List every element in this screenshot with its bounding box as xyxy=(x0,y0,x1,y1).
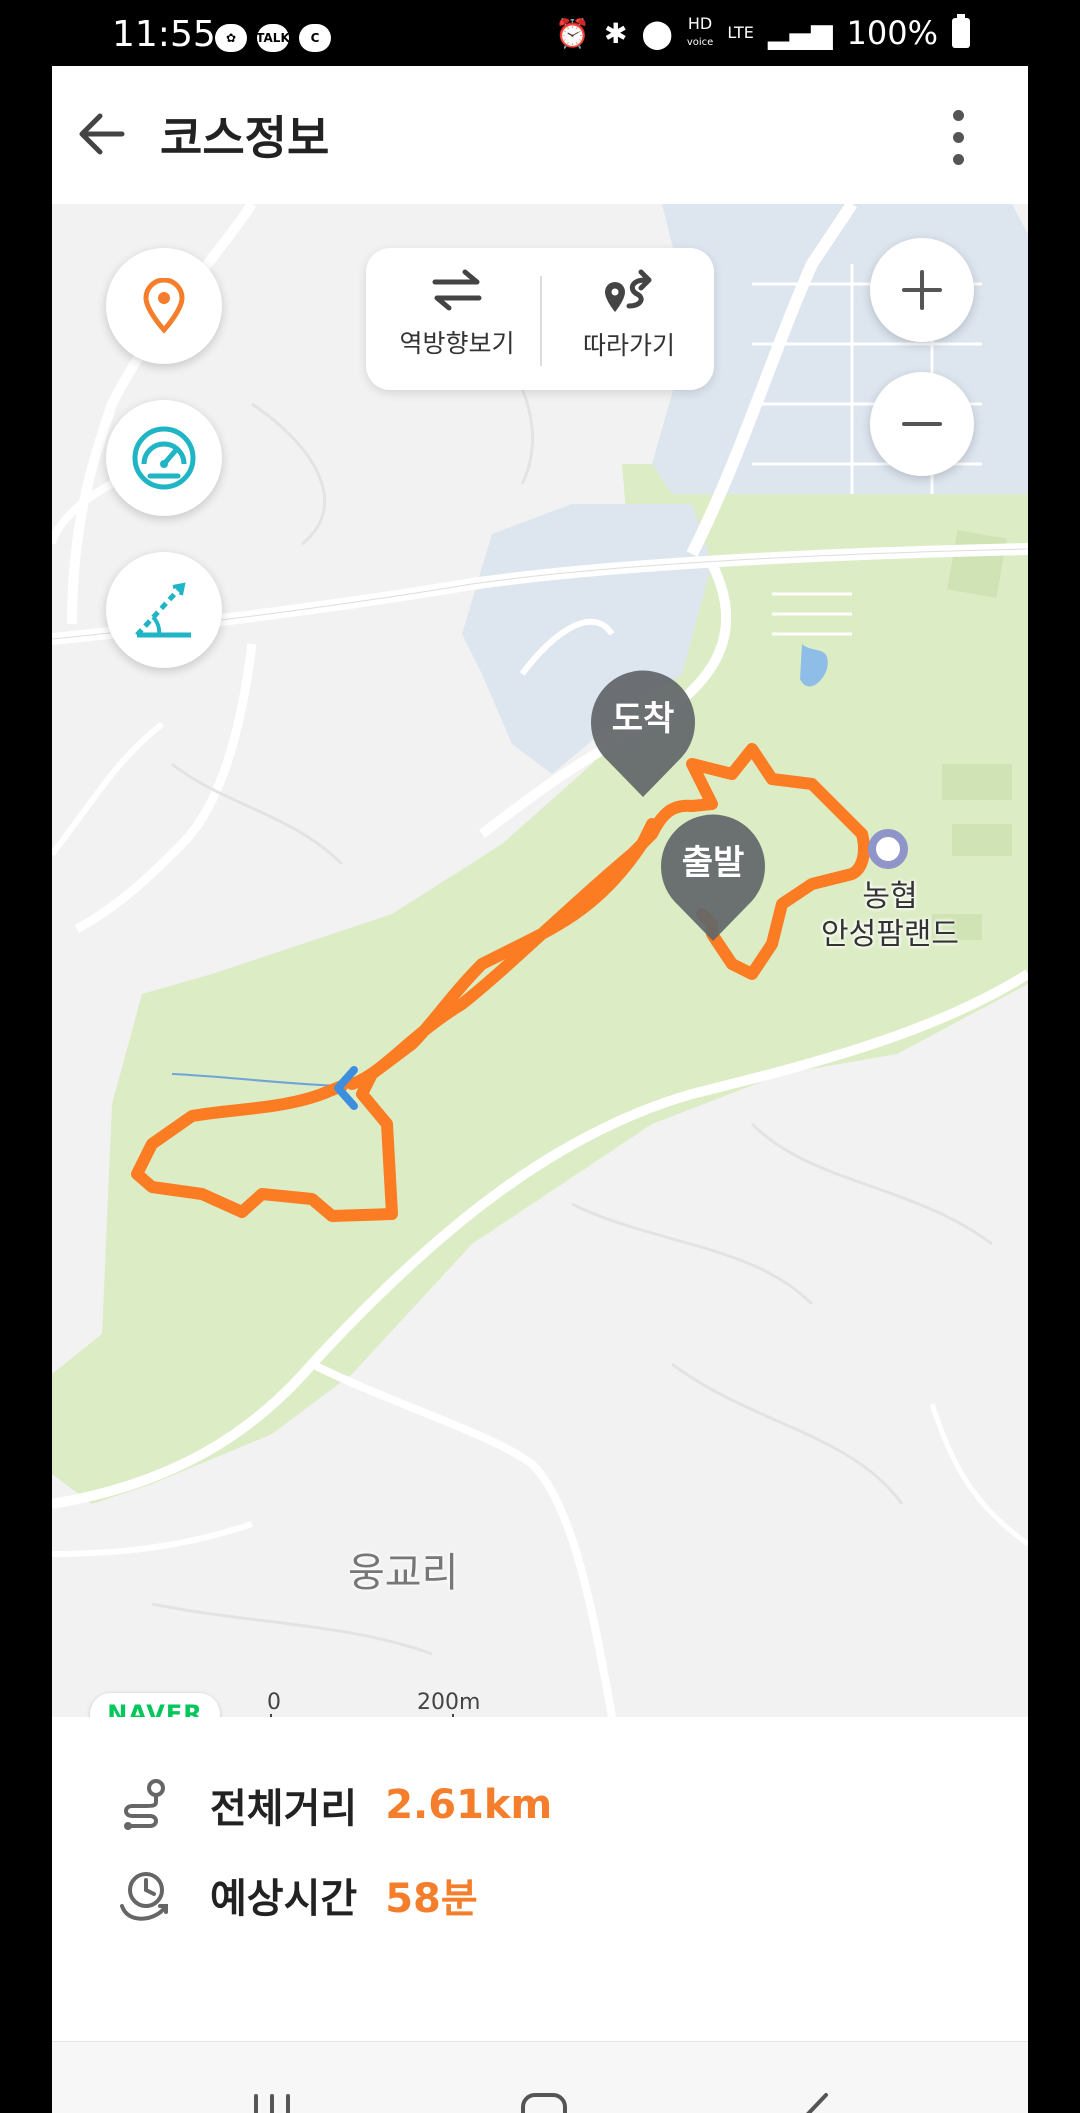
current-location-button[interactable] xyxy=(106,248,222,364)
top-app-bar: 코스정보 xyxy=(52,66,1028,204)
reverse-direction-label: 역방향보기 xyxy=(399,329,515,358)
chevron-left-icon xyxy=(806,2093,828,2113)
swap-arrows-icon xyxy=(432,269,482,311)
distance-value: 2.61km xyxy=(385,1782,553,1828)
route-distance-icon xyxy=(124,1779,165,1830)
course-info-panel: 전체거리 2.61km 예상시간 58분 xyxy=(52,1717,1028,2037)
reverse-direction-button[interactable]: 역방향보기 xyxy=(372,266,542,360)
alarm-icon: ⏰ xyxy=(555,16,591,50)
departure-marker[interactable]: 출발 xyxy=(656,809,770,945)
speedometer-button[interactable] xyxy=(106,400,222,516)
clock-time-icon xyxy=(120,1872,168,1921)
more-vertical-icon xyxy=(952,110,964,121)
status-bar: 11:55 ✿ TALK C ⏰ ✱ ⬤ HD voice LTE ▂▄▆ 100… xyxy=(0,0,1080,66)
talk-icon: TALK xyxy=(256,24,290,52)
arrow-left-icon xyxy=(79,113,125,155)
arrival-marker-label: 도착 xyxy=(611,699,675,739)
more-options-button[interactable] xyxy=(948,110,968,166)
slope-button[interactable] xyxy=(106,552,222,668)
speedometer-icon xyxy=(132,426,196,490)
scale-start-label: 0 xyxy=(267,1690,281,1715)
time-label: 예상시간 xyxy=(210,1876,358,1922)
recent-apps-button[interactable] xyxy=(242,2086,302,2113)
town-label: 웅교리 xyxy=(348,1550,459,1596)
map-view[interactable]: 역방향보기 따라가기 도착 출발 농협 안성팜랜드 웅교리 NAVER 0 20… xyxy=(52,204,1028,1717)
page-title: 코스정보 xyxy=(160,111,330,165)
home-icon xyxy=(521,2093,567,2113)
naver-logo: NAVER xyxy=(90,1693,220,1717)
toolbox-divider xyxy=(540,276,542,366)
system-navigation-bar xyxy=(52,2041,1028,2113)
system-icons: ⏰ ✱ ⬤ HD voice LTE ▂▄▆ 100% xyxy=(555,14,970,52)
poi-label[interactable]: 농협 안성팜랜드 xyxy=(810,878,970,954)
minus-icon xyxy=(902,422,942,426)
zoom-in-button[interactable] xyxy=(870,238,974,342)
distance-row: 전체거리 2.61km xyxy=(116,1775,552,1835)
battery-icon xyxy=(952,14,970,48)
recent-apps-icon xyxy=(254,2094,290,2113)
location-pin-icon xyxy=(143,278,185,334)
follow-course-button[interactable]: 따라가기 xyxy=(544,266,714,362)
signal-icon: ▂▄▆ xyxy=(767,16,833,50)
route-follow-icon xyxy=(605,269,652,312)
app-window: 코스정보 역방향보기 따라가기 도착 출발 농협 안성팜랜드 웅교리 NAVER… xyxy=(52,66,1028,2113)
course-toolbox: 역방향보기 따라가기 xyxy=(366,248,714,390)
location-icon: ⬤ xyxy=(641,16,673,50)
distance-label: 전체거리 xyxy=(210,1786,358,1832)
running-icon: ✿ xyxy=(215,24,247,52)
hd-voice-icon: HD voice xyxy=(686,13,714,48)
time-value: 58분 xyxy=(385,1876,478,1922)
slope-icon xyxy=(135,582,191,638)
departure-marker-label: 출발 xyxy=(681,843,745,883)
battery-text: 100% xyxy=(846,14,938,52)
poi-icon[interactable] xyxy=(868,829,908,869)
lte-icon: LTE xyxy=(727,23,754,42)
plus-icon xyxy=(902,270,942,310)
back-button[interactable] xyxy=(72,104,132,164)
follow-course-label: 따라가기 xyxy=(582,331,675,360)
status-time: 11:55 xyxy=(112,14,216,55)
notification-icons: ✿ TALK C xyxy=(215,24,331,52)
zoom-out-button[interactable] xyxy=(870,372,974,476)
time-row: 예상시간 58분 xyxy=(116,1865,478,1925)
home-button[interactable] xyxy=(514,2086,574,2113)
arrival-marker[interactable]: 도착 xyxy=(586,665,700,801)
c-icon: C xyxy=(299,24,331,52)
scale-end-label: 200m xyxy=(417,1690,481,1715)
system-back-button[interactable] xyxy=(786,2086,846,2113)
bluetooth-icon: ✱ xyxy=(604,16,628,50)
